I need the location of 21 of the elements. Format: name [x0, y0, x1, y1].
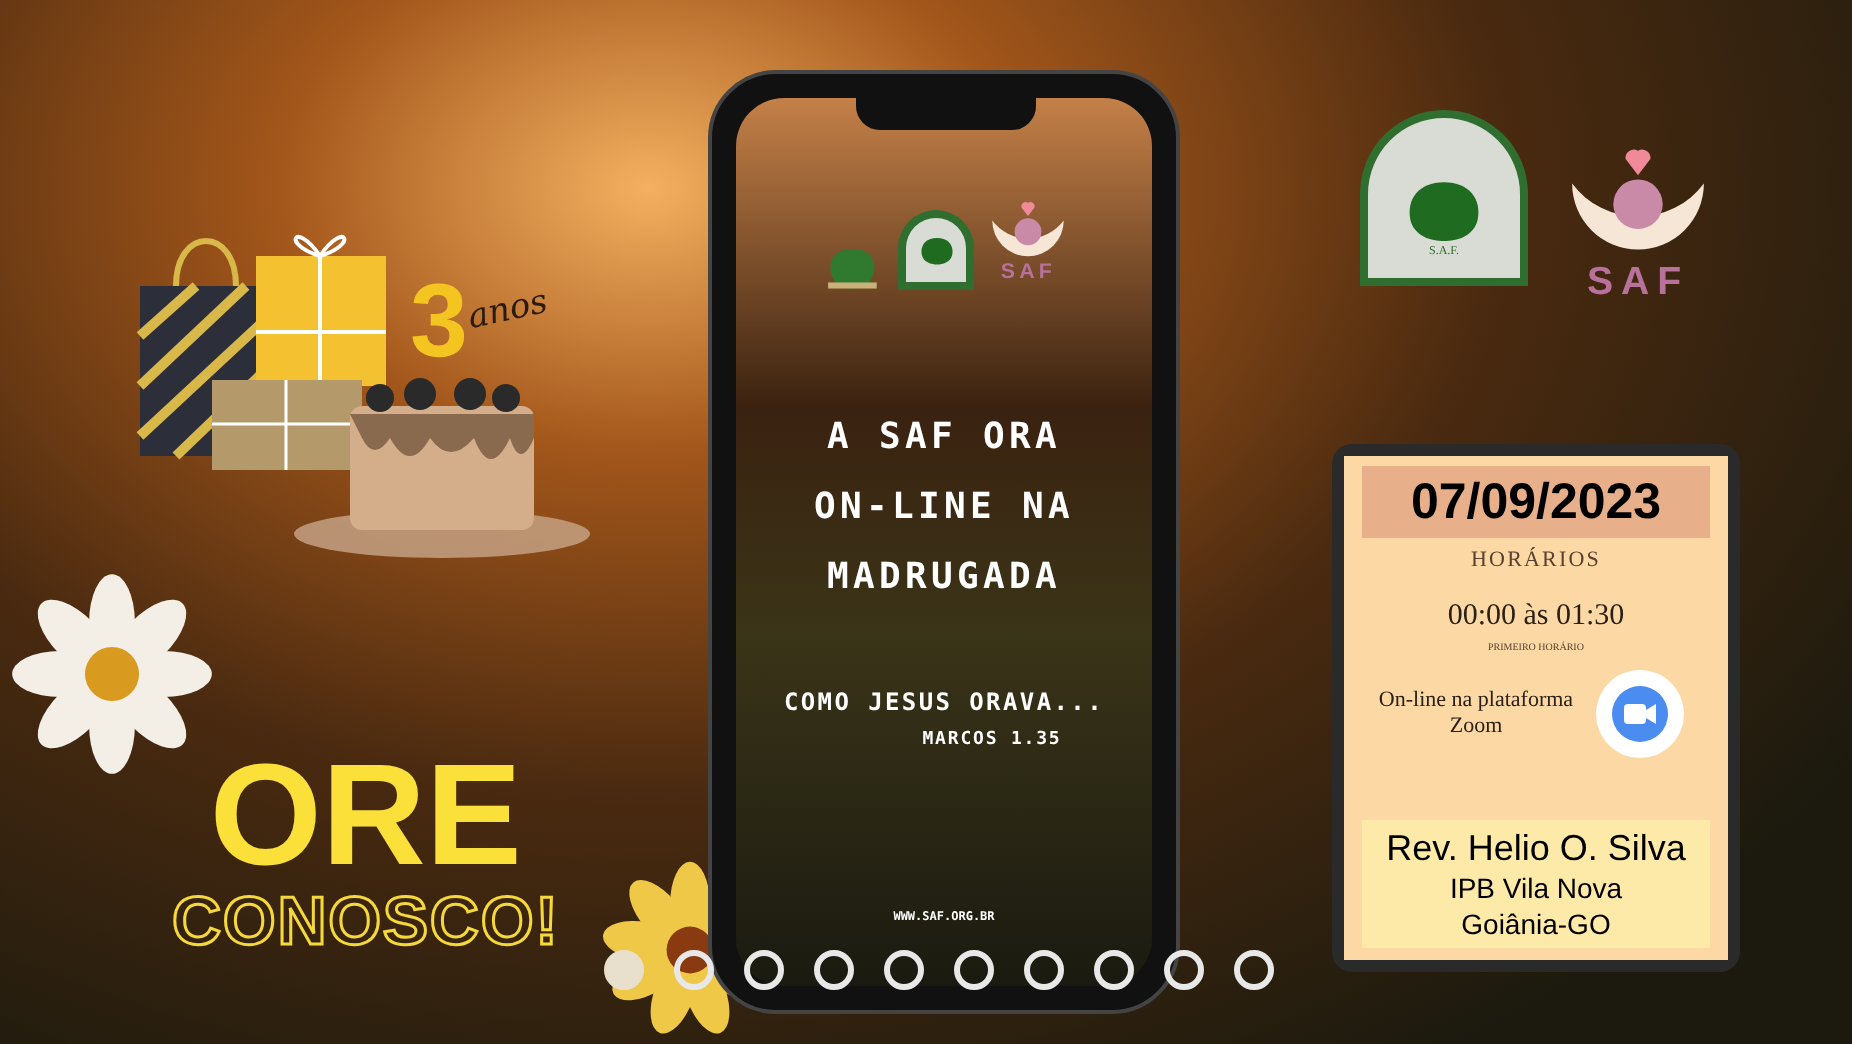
phone-title-line: MADRUGADA	[827, 554, 1061, 603]
logo-label: SAF	[1000, 258, 1056, 289]
schedule-heading: HORÁRIOS	[1470, 545, 1602, 576]
phone-title-line: ON-LINE NA	[814, 484, 1074, 533]
headline: ORE	[209, 744, 522, 888]
logo-label: SAF	[1587, 258, 1689, 308]
phone-reference: MARCOS 1.35	[922, 728, 1062, 755]
phone-title-line: A SAF ORA	[827, 414, 1061, 463]
church-name: IPB Vila Nova	[1449, 870, 1623, 906]
woman-crescent-icon	[990, 198, 1067, 259]
platform-text: On-line na plataforma Zoom	[1376, 687, 1576, 739]
event-date: 07/09/2023	[1362, 466, 1710, 538]
candle-caption: anos	[464, 280, 553, 342]
video-camera-icon	[1596, 669, 1684, 757]
city-name: Goiânia-GO	[1461, 906, 1611, 942]
speaker-name: Rev. Helio O. Silva	[1386, 826, 1686, 870]
phone-subtitle: COMO JESUS ORAVA...	[783, 686, 1105, 721]
candle-number: 3	[410, 270, 468, 374]
tree-icon	[917, 236, 956, 267]
subheadline: CONOSCO!	[172, 888, 560, 956]
schedule-time: 00:00 às 01:30	[1447, 597, 1625, 635]
